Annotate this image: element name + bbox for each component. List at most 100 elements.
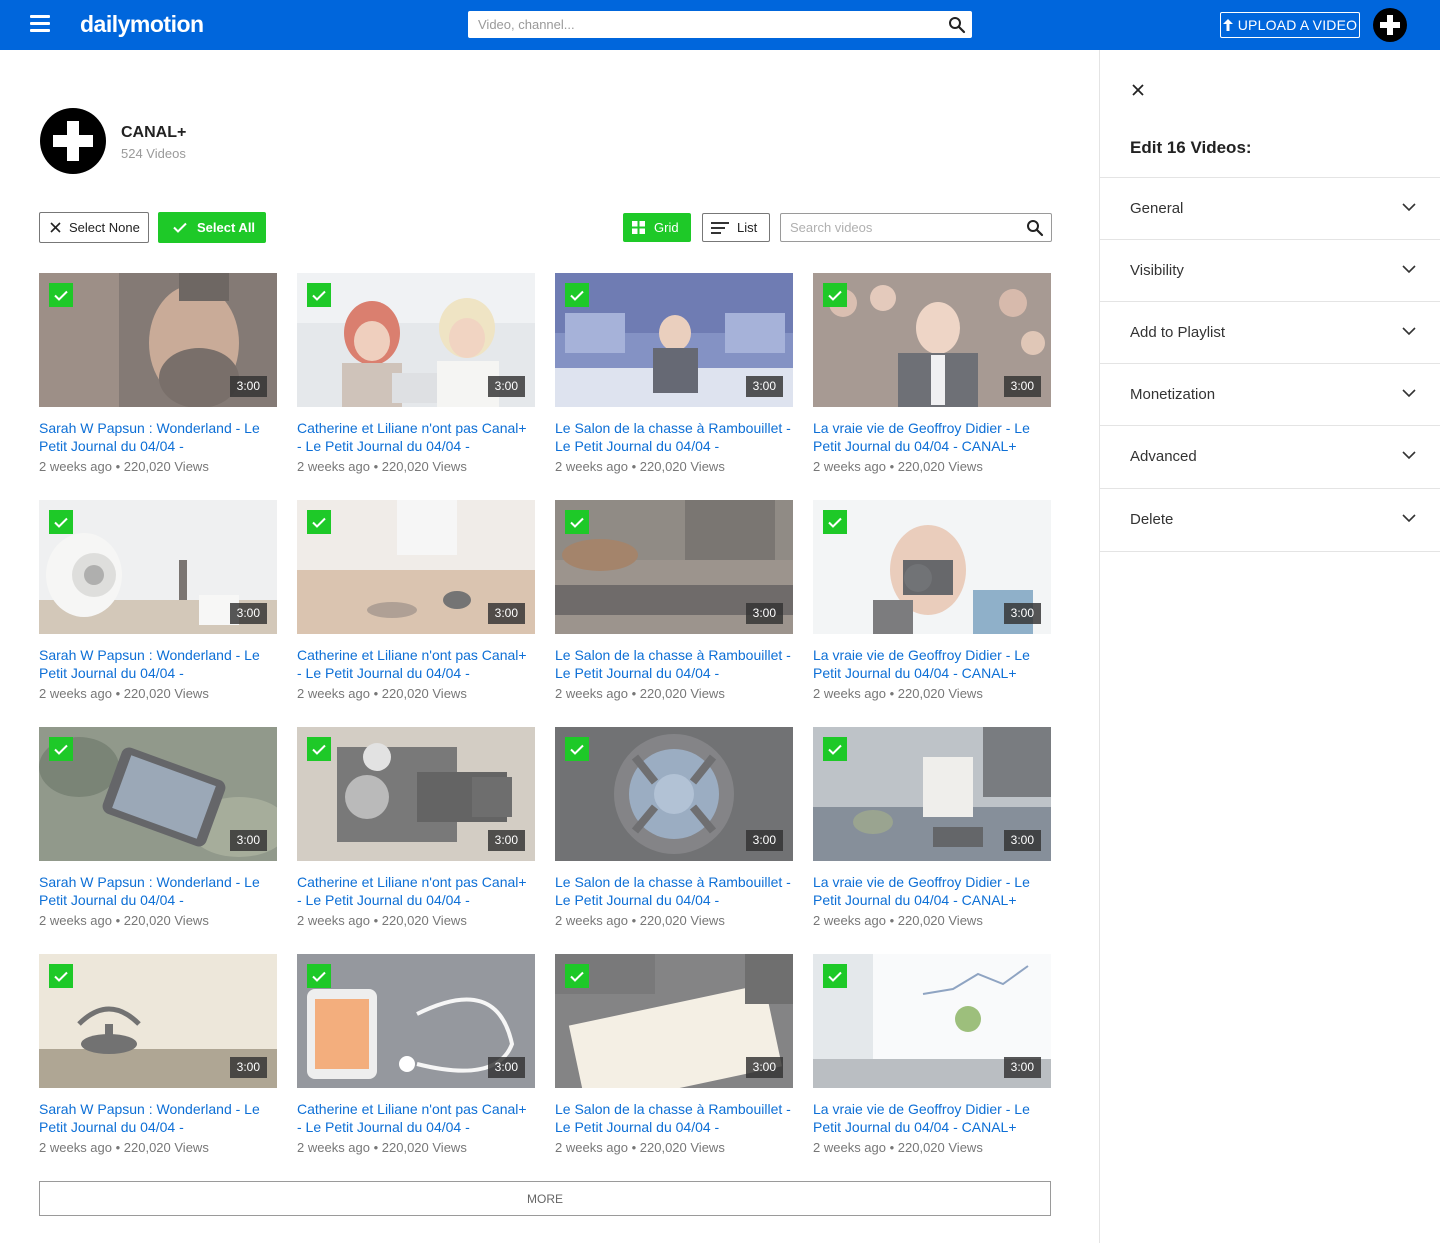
video-thumbnail[interactable]: 3:00 [297,273,535,407]
search-icon[interactable] [1026,219,1044,237]
video-title[interactable]: Le Salon de la chasse à Rambouillet - Le… [555,646,793,682]
video-title[interactable]: Sarah W Papsun : Wonderland - Le Petit J… [39,1100,277,1136]
grid-label: Grid [654,220,679,235]
video-card[interactable]: 3:00 Le Salon de la chasse à Rambouillet … [555,954,793,1181]
panel-section-visibility[interactable]: Visibility [1100,239,1440,301]
video-title[interactable]: La vraie vie de Geoffroy Didier - Le Pet… [813,1100,1051,1136]
selected-checkbox[interactable] [823,283,847,307]
video-thumbnail[interactable]: 3:00 [813,273,1051,407]
video-card[interactable]: 3:00 Catherine et Liliane n'ont pas Canal… [297,273,535,500]
video-card[interactable]: 3:00 La vraie vie de Geoffroy Didier - Le… [813,500,1051,727]
close-icon[interactable] [1130,82,1146,98]
video-thumbnail[interactable]: 3:00 [297,954,535,1088]
video-title[interactable]: Sarah W Papsun : Wonderland - Le Petit J… [39,873,277,909]
video-meta: 2 weeks ago • 220,020 Views [39,913,209,928]
selected-checkbox[interactable] [565,964,589,988]
selected-checkbox[interactable] [307,964,331,988]
video-thumbnail[interactable]: 3:00 [39,273,277,407]
video-title[interactable]: Le Salon de la chasse à Rambouillet - Le… [555,873,793,909]
video-thumbnail[interactable]: 3:00 [297,500,535,634]
grid-view-button[interactable]: Grid [623,213,691,242]
panel-section-label: General [1130,200,1184,217]
video-thumbnail[interactable]: 3:00 [555,727,793,861]
check-icon [570,744,584,755]
panel-section-general[interactable]: General [1100,177,1440,239]
video-card[interactable]: 3:00 Sarah W Papsun : Wonderland - Le Pet… [39,500,277,727]
channel-name[interactable]: CANAL+ [121,124,186,142]
selected-checkbox[interactable] [49,283,73,307]
selected-checkbox[interactable] [307,510,331,534]
video-card[interactable]: 3:00 La vraie vie de Geoffroy Didier - Le… [813,273,1051,500]
video-thumbnail[interactable]: 3:00 [813,727,1051,861]
selected-checkbox[interactable] [49,737,73,761]
video-thumbnail[interactable]: 3:00 [555,273,793,407]
video-thumbnail[interactable]: 3:00 [555,954,793,1088]
site-search-input[interactable] [468,11,938,38]
selected-checkbox[interactable] [49,510,73,534]
video-card[interactable]: 3:00 La vraie vie de Geoffroy Didier - Le… [813,954,1051,1181]
select-all-button[interactable]: Select All [158,212,266,243]
video-title[interactable]: Catherine et Liliane n'ont pas Canal+ - … [297,646,535,682]
video-meta: 2 weeks ago • 220,020 Views [555,913,725,928]
user-avatar[interactable] [1373,8,1407,42]
video-search [780,213,1052,242]
video-card[interactable]: 3:00 Catherine et Liliane n'ont pas Canal… [297,727,535,954]
video-thumbnail[interactable]: 3:00 [297,727,535,861]
selected-checkbox[interactable] [823,964,847,988]
panel-section-label: Visibility [1130,262,1184,279]
more-button[interactable]: MORE [39,1181,1051,1216]
list-view-button[interactable]: List [702,213,770,242]
video-thumbnail[interactable]: 3:00 [813,954,1051,1088]
video-thumbnail[interactable]: 3:00 [39,500,277,634]
video-title[interactable]: Sarah W Papsun : Wonderland - Le Petit J… [39,646,277,682]
selected-checkbox[interactable] [565,510,589,534]
video-card[interactable]: 3:00 Catherine et Liliane n'ont pas Canal… [297,954,535,1181]
menu-icon[interactable] [30,15,50,35]
video-search-input[interactable] [781,214,1016,241]
video-thumbnail[interactable]: 3:00 [39,727,277,861]
video-meta: 2 weeks ago • 220,020 Views [813,913,983,928]
channel-avatar[interactable] [40,108,106,174]
video-title[interactable]: Catherine et Liliane n'ont pas Canal+ - … [297,1100,535,1136]
video-title[interactable]: Catherine et Liliane n'ont pas Canal+ - … [297,873,535,909]
selected-checkbox[interactable] [307,737,331,761]
video-card[interactable]: 3:00 Sarah W Papsun : Wonderland - Le Pet… [39,273,277,500]
canal-plus-icon [53,121,93,161]
video-title[interactable]: Le Salon de la chasse à Rambouillet - Le… [555,1100,793,1136]
panel-section-delete[interactable]: Delete [1100,488,1440,550]
selected-checkbox[interactable] [49,964,73,988]
video-card[interactable]: 3:00 Sarah W Papsun : Wonderland - Le Pet… [39,727,277,954]
duration-badge: 3:00 [745,830,783,851]
video-title[interactable]: Catherine et Liliane n'ont pas Canal+ - … [297,419,535,455]
video-meta: 2 weeks ago • 220,020 Views [813,459,983,474]
dailymotion-logo[interactable]: dailymotion [80,11,204,38]
panel-section-monetization[interactable]: Monetization [1100,363,1440,425]
video-thumbnail[interactable]: 3:00 [555,500,793,634]
search-icon[interactable] [948,16,966,34]
video-title[interactable]: La vraie vie de Geoffroy Didier - Le Pet… [813,873,1051,909]
selected-checkbox[interactable] [565,283,589,307]
video-thumbnail[interactable]: 3:00 [813,500,1051,634]
selected-checkbox[interactable] [565,737,589,761]
select-none-button[interactable]: Select None [39,212,149,243]
upload-video-button[interactable]: UPLOAD A VIDEO [1220,12,1360,38]
selected-checkbox[interactable] [307,283,331,307]
video-title[interactable]: Le Salon de la chasse à Rambouillet - Le… [555,419,793,455]
video-title[interactable]: La vraie vie de Geoffroy Didier - Le Pet… [813,646,1051,682]
video-card[interactable]: 3:00 Le Salon de la chasse à Rambouillet … [555,273,793,500]
selected-checkbox[interactable] [823,737,847,761]
video-card[interactable]: 3:00 Sarah W Papsun : Wonderland - Le Pet… [39,954,277,1181]
video-card[interactable]: 3:00 La vraie vie de Geoffroy Didier - Le… [813,727,1051,954]
video-card[interactable]: 3:00 Le Salon de la chasse à Rambouillet … [555,727,793,954]
selected-checkbox[interactable] [823,510,847,534]
video-card[interactable]: 3:00 Le Salon de la chasse à Rambouillet … [555,500,793,727]
video-thumbnail[interactable]: 3:00 [39,954,277,1088]
video-card[interactable]: 3:00 Catherine et Liliane n'ont pas Canal… [297,500,535,727]
panel-section-add-to-playlist[interactable]: Add to Playlist [1100,301,1440,363]
video-title[interactable]: La vraie vie de Geoffroy Didier - Le Pet… [813,419,1051,455]
edit-panel: Edit 16 Videos: General Visibility Add to … [1099,50,1440,1243]
video-title[interactable]: Sarah W Papsun : Wonderland - Le Petit J… [39,419,277,455]
check-icon [54,744,68,755]
panel-section-advanced[interactable]: Advanced [1100,425,1440,487]
top-bar: dailymotion UPLOAD A VIDEO [0,0,1440,50]
